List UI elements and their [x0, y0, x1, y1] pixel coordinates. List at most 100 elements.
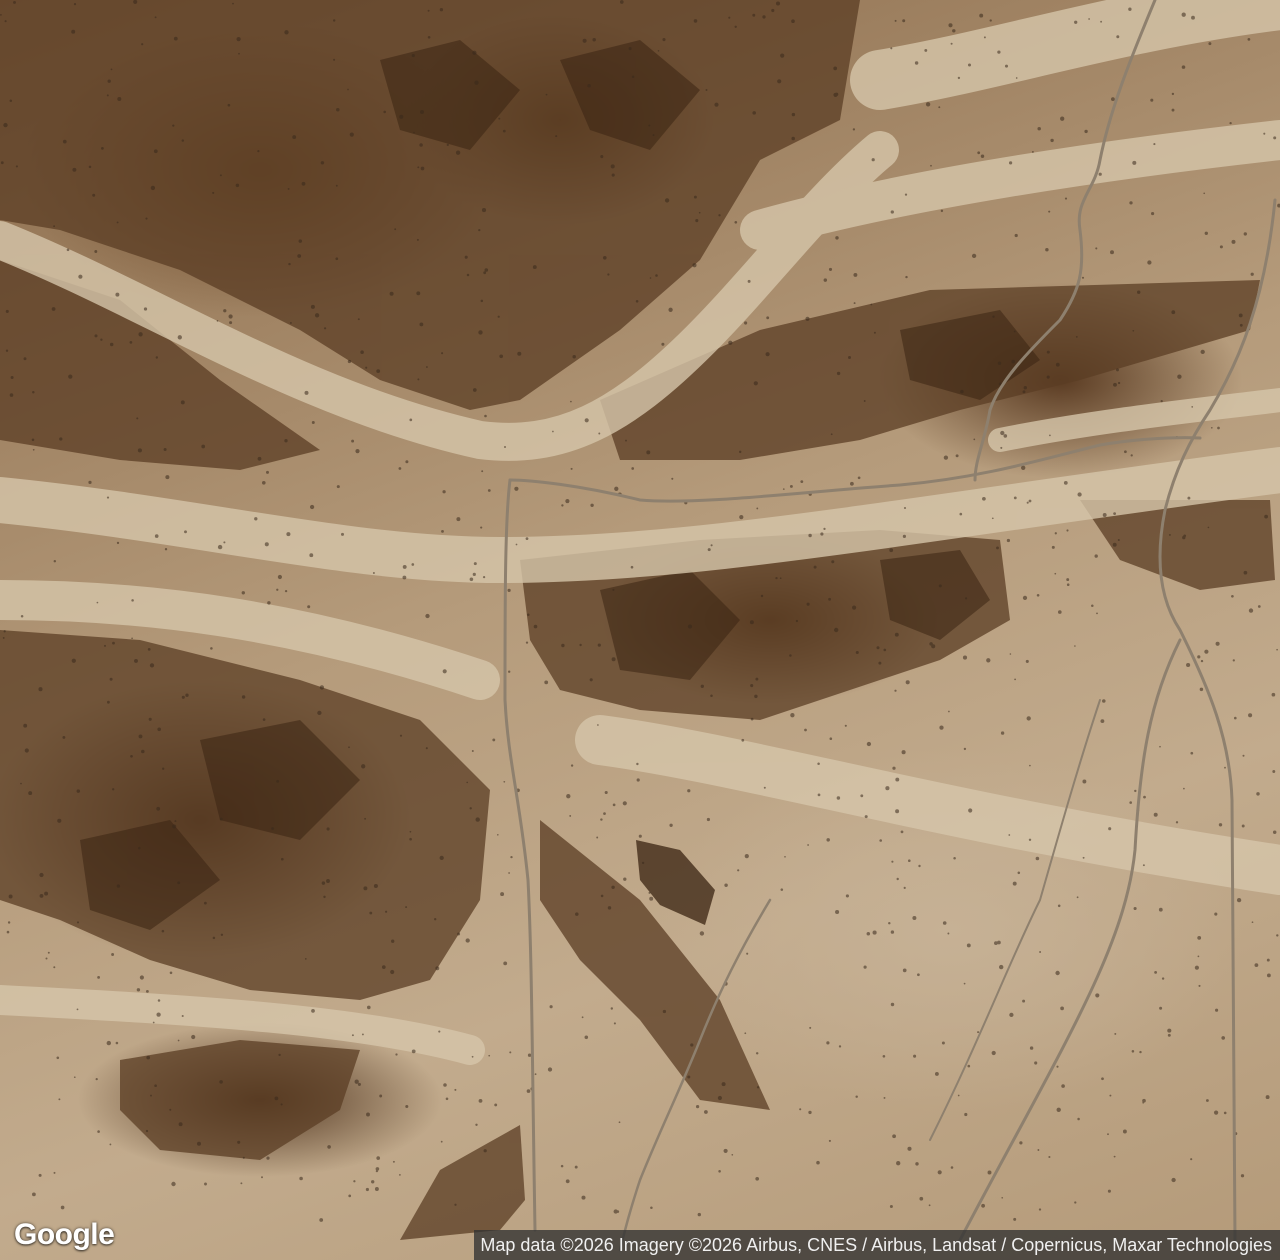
- shrub-dot: [0, 14, 2, 16]
- shrub-dot: [508, 872, 510, 874]
- shrub-dot: [1113, 1155, 1116, 1158]
- shrub-dot: [101, 147, 104, 150]
- shrub-dot: [895, 809, 900, 814]
- shrub-dot: [780, 888, 784, 891]
- shrub-dot: [763, 786, 766, 789]
- shrub-dot: [636, 778, 640, 782]
- shrub-dot: [1215, 1008, 1219, 1012]
- shrub-dot: [650, 1206, 653, 1209]
- shrub-dot: [177, 881, 181, 885]
- shrub-dot: [1158, 907, 1163, 912]
- shrub-dot: [1272, 770, 1276, 773]
- shrub-dot: [883, 648, 887, 652]
- shrub-dot: [582, 38, 587, 43]
- shrub-dot: [442, 490, 446, 494]
- shrub-dot: [354, 1079, 359, 1084]
- shrub-dot: [1183, 787, 1185, 790]
- shrub-dot: [1056, 1107, 1061, 1112]
- satellite-map[interactable]: Google Map data ©2026 Imagery ©2026 Airb…: [0, 0, 1280, 1260]
- shrub-dot: [915, 1162, 919, 1166]
- shrub-dot: [286, 532, 291, 537]
- shrub-dot: [53, 966, 56, 969]
- shrub-dot: [710, 694, 713, 698]
- shrub-dot: [619, 0, 624, 4]
- shrub-dot: [323, 327, 327, 330]
- shrub-dot: [889, 1204, 893, 1209]
- shrub-dot: [963, 982, 966, 985]
- shrub-dot: [590, 503, 594, 507]
- shrub-dot: [723, 1148, 728, 1153]
- shrub-dot: [348, 1194, 352, 1198]
- shrub-dot: [965, 597, 968, 600]
- shrub-dot: [710, 544, 713, 547]
- shrub-dot: [95, 1077, 98, 1081]
- map-attribution[interactable]: Map data ©2026 Imagery ©2026 Airbus, CNE…: [474, 1230, 1280, 1260]
- shrub-dot: [51, 307, 56, 311]
- shrub-dot: [744, 853, 749, 859]
- shrub-dot: [804, 728, 807, 732]
- shrub-dot: [1183, 534, 1187, 538]
- shrub-dot: [254, 517, 258, 521]
- shrub-dot: [241, 695, 246, 699]
- shrub-dot: [478, 330, 483, 335]
- shrub-dot: [1142, 1101, 1145, 1104]
- shrub-dot: [442, 669, 447, 674]
- shrub-dot: [100, 338, 103, 341]
- shrub-dot: [149, 663, 155, 668]
- shrub-dot: [399, 114, 404, 119]
- shrub-dot: [687, 1075, 691, 1079]
- shrub-dot: [697, 1212, 701, 1217]
- shrub-dot: [413, 131, 415, 134]
- shrub-dot: [348, 746, 350, 749]
- shrub-dot: [834, 92, 839, 96]
- shrub-dot: [1029, 764, 1031, 767]
- shrub-dot: [1015, 77, 1018, 79]
- shrub-dot: [1050, 138, 1054, 143]
- shrub-dot: [1223, 1111, 1227, 1115]
- shrub-dot: [1056, 1065, 1059, 1068]
- shrub-dot: [514, 486, 519, 491]
- shrub-dot: [1114, 1032, 1117, 1035]
- shrub-dot: [756, 1086, 760, 1089]
- shrub-dot: [31, 438, 35, 442]
- shrub-dot: [1000, 731, 1005, 735]
- shrub-dot: [968, 808, 973, 813]
- shrub-dot: [109, 342, 114, 347]
- shrub-dot: [153, 149, 158, 154]
- shrub-dot: [1132, 160, 1137, 165]
- shrub-dot: [1240, 1174, 1245, 1178]
- shrub-dot: [780, 53, 785, 58]
- shrub-dot: [376, 1156, 381, 1160]
- shrub-dot: [1177, 374, 1182, 379]
- shrub-dot: [425, 613, 430, 619]
- shrub-dot: [662, 1009, 667, 1014]
- shrub-dot: [287, 187, 290, 190]
- shrub-dot: [1234, 716, 1237, 720]
- shrub-dot: [503, 961, 508, 966]
- shrub-dot: [232, 2, 234, 5]
- shrub-dot: [938, 584, 942, 588]
- shrub-dot: [1091, 604, 1094, 608]
- shrub-dot: [502, 129, 506, 133]
- shrub-dot: [1131, 1050, 1135, 1053]
- shrub-dot: [304, 958, 307, 960]
- shrub-dot: [1060, 116, 1065, 121]
- shrub-dot: [1063, 481, 1068, 485]
- shrub-dot: [416, 238, 419, 241]
- shrub-dot: [1113, 512, 1116, 515]
- shrub-dot: [154, 534, 159, 538]
- shrub-dot: [1207, 526, 1210, 529]
- shrub-dot: [1134, 789, 1137, 793]
- shrub-dot: [545, 93, 548, 96]
- shrub-dot: [181, 695, 185, 699]
- shrub-dot: [613, 1022, 616, 1025]
- shrub-dot: [311, 421, 315, 424]
- shrub-dot: [1022, 390, 1026, 394]
- shrub-dot: [204, 1182, 207, 1186]
- shrub-dot: [1013, 496, 1017, 500]
- shrub-dot: [966, 943, 971, 948]
- shrub-dot: [1034, 1061, 1038, 1065]
- shrub-dot: [38, 687, 43, 692]
- shrub-dot: [280, 1103, 283, 1106]
- shrub-dot: [791, 112, 796, 117]
